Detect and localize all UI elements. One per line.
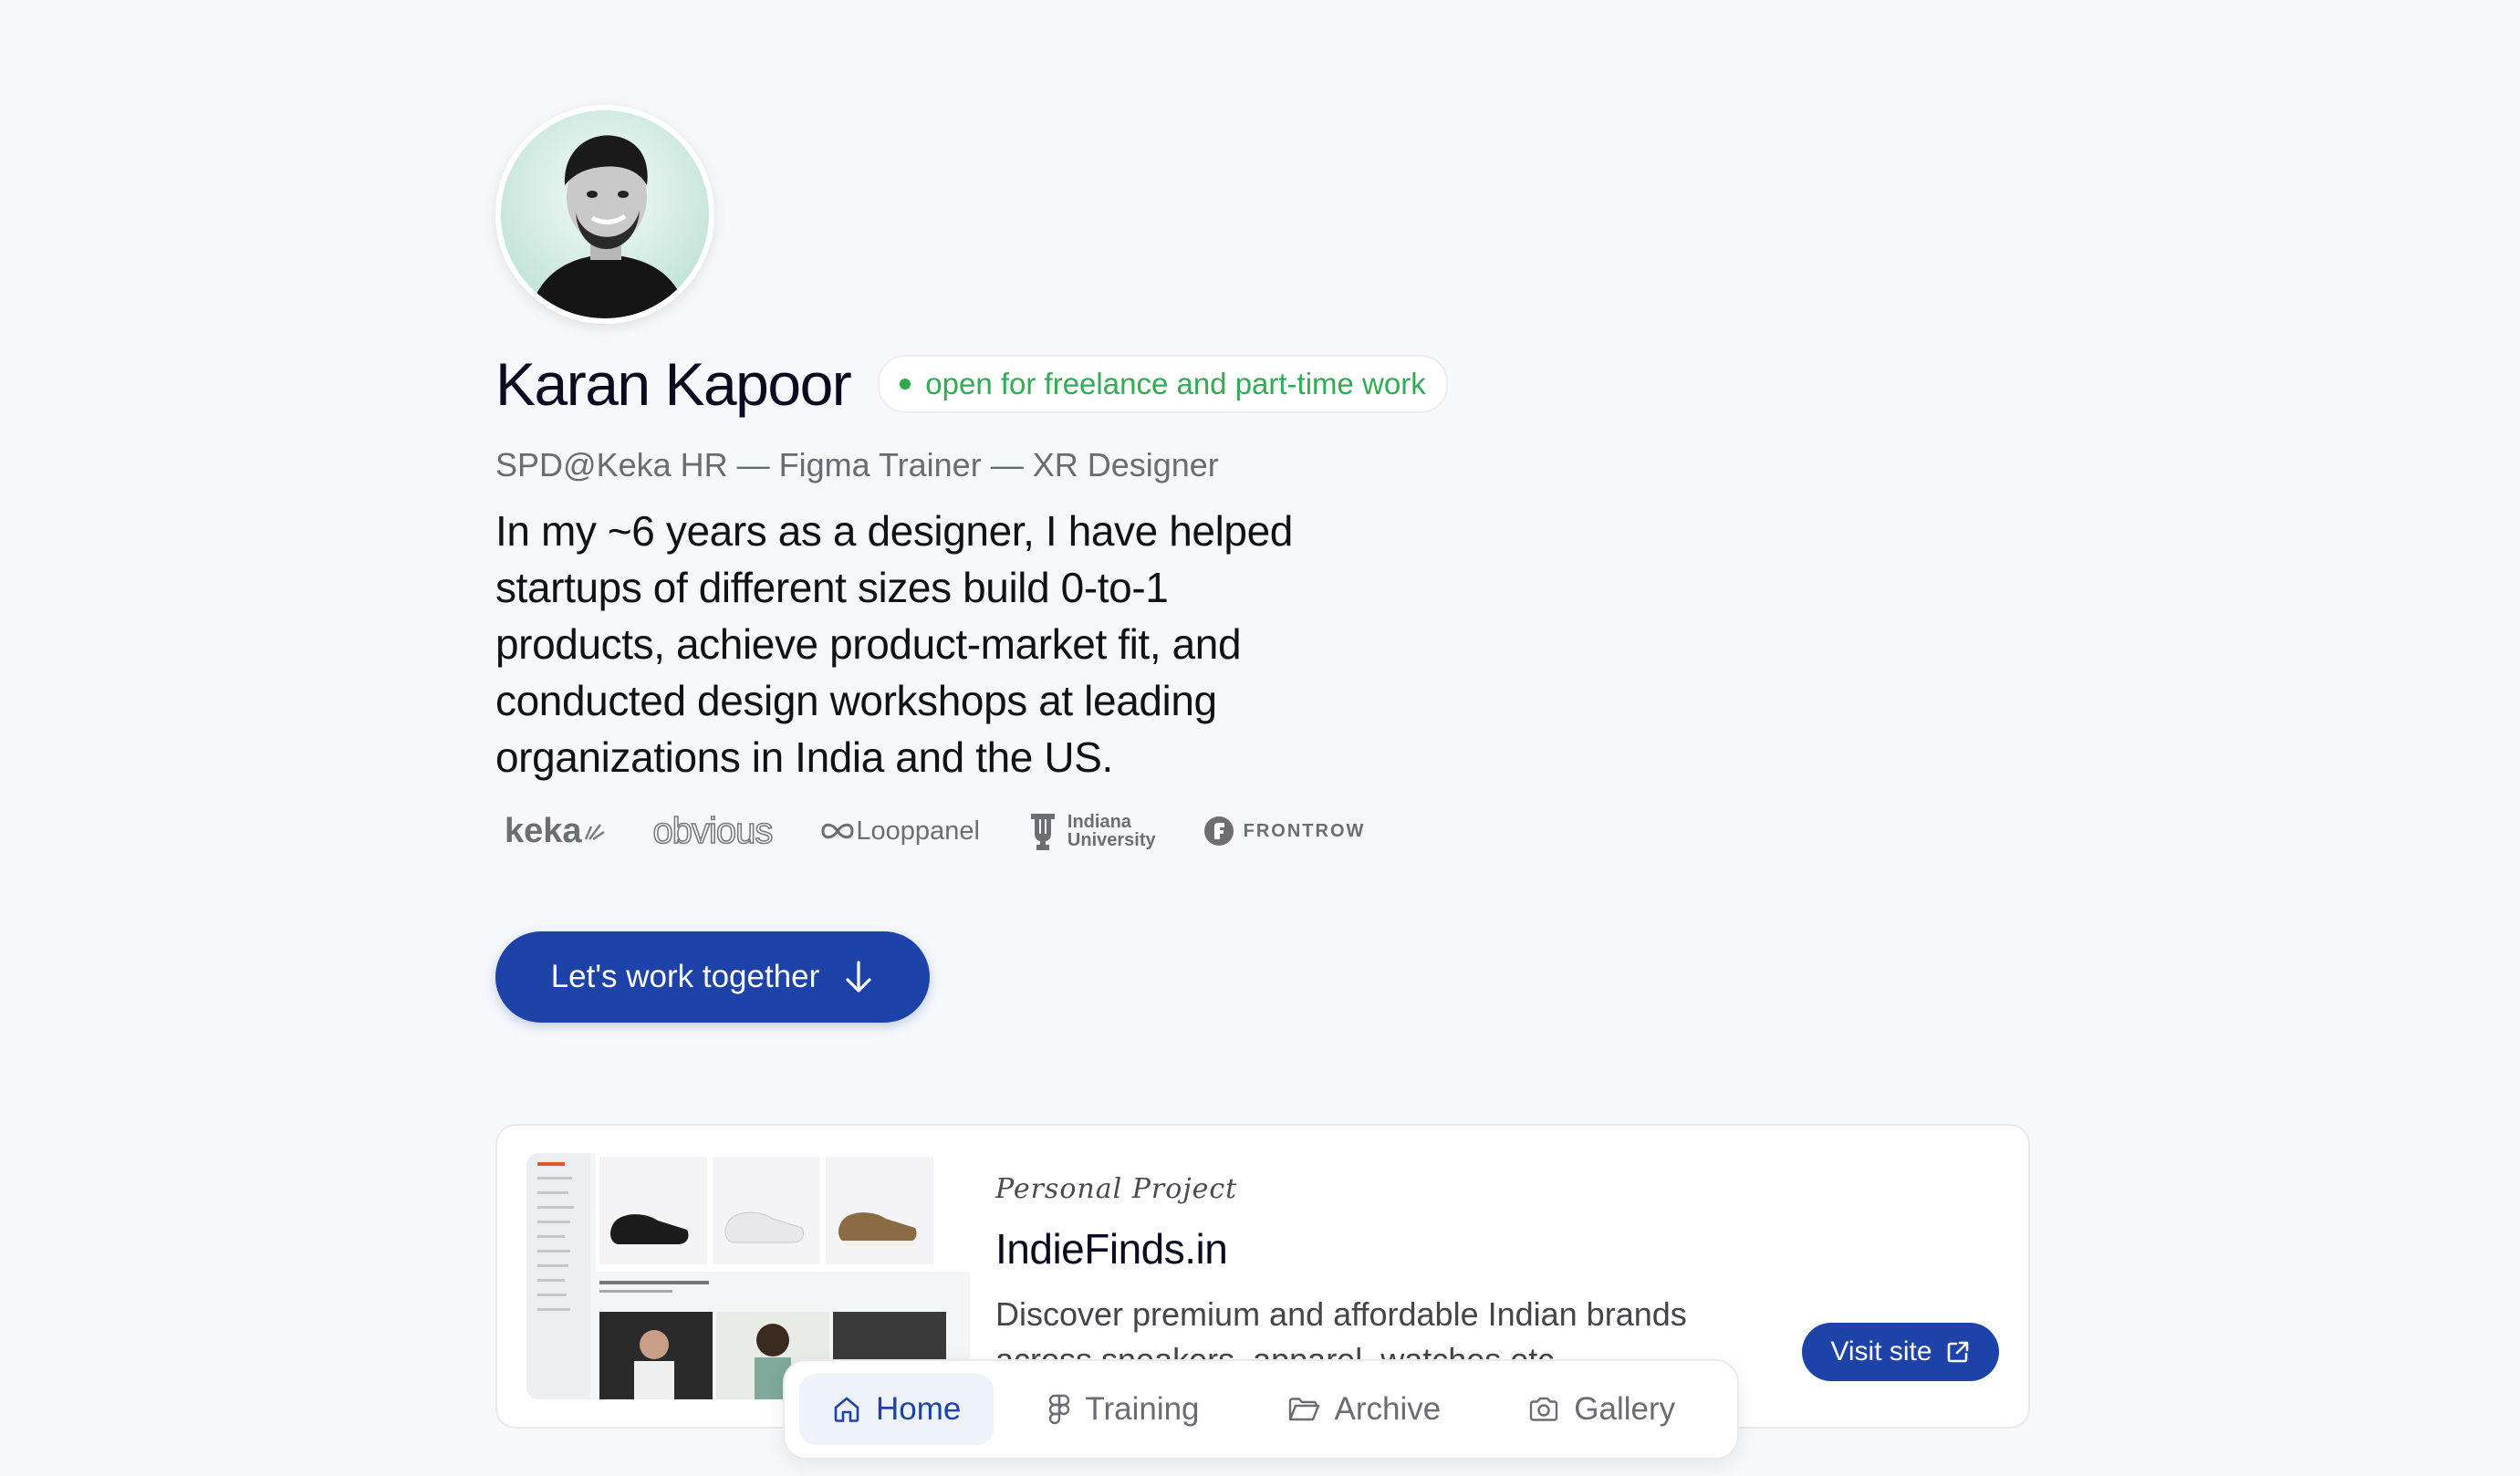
nav-item-home[interactable]: Home bbox=[799, 1374, 994, 1445]
name-row: Karan Kapoor open for freelance and part… bbox=[495, 349, 2028, 419]
indiana-logo: Indiana University bbox=[1027, 810, 1156, 852]
status-badge: open for freelance and part-time work bbox=[878, 355, 1448, 413]
keka-logo: keka bbox=[495, 812, 606, 851]
visit-site-label: Visit site bbox=[1830, 1336, 1932, 1367]
profile-subtitle: SPD@Keka HR — Figma Trainer — XR Designe… bbox=[495, 446, 1219, 483]
frontrow-logo-text: FRONTROW bbox=[1243, 820, 1366, 841]
indiana-line1: Indiana bbox=[1067, 812, 1131, 832]
keka-logo-text: keka bbox=[505, 811, 582, 850]
nav-label-training: Training bbox=[1085, 1391, 1200, 1427]
project-title[interactable]: IndieFinds.in bbox=[995, 1224, 1228, 1273]
indiana-logo-text: Indiana University bbox=[1067, 813, 1156, 849]
profile-photo-icon bbox=[501, 110, 709, 318]
frontrow-badge-icon bbox=[1203, 816, 1234, 846]
profile-bio: In my ~6 years as a designer, I have hel… bbox=[495, 507, 1293, 781]
nav-item-training[interactable]: Training bbox=[1015, 1374, 1232, 1445]
bottom-nav: Home Training Archive Gallery bbox=[783, 1359, 1739, 1460]
profile-name: Karan Kapoor bbox=[495, 350, 852, 418]
status-text: open for freelance and part-time work bbox=[925, 367, 1426, 400]
iu-trident-icon bbox=[1030, 814, 1055, 850]
work-together-label: Let's work together bbox=[550, 959, 820, 994]
indiana-line2: University bbox=[1067, 830, 1156, 850]
looppanel-logo-text: Looppanel bbox=[856, 816, 980, 846]
obvious-logo-text: obvious bbox=[652, 810, 774, 852]
folder-icon bbox=[1288, 1398, 1319, 1421]
client-logos: keka obvious Looppanel Indiana Universit… bbox=[495, 804, 2028, 858]
figma-icon bbox=[1049, 1394, 1070, 1425]
home-icon bbox=[834, 1397, 859, 1422]
project-tag: Personal Project bbox=[995, 1173, 1238, 1205]
frontrow-logo: FRONTROW bbox=[1203, 816, 1366, 847]
obvious-logo: obvious bbox=[652, 810, 774, 852]
looppanel-logo: Looppanel bbox=[819, 816, 980, 847]
nav-item-archive[interactable]: Archive bbox=[1255, 1374, 1474, 1445]
nav-label-home: Home bbox=[876, 1391, 962, 1427]
nav-item-gallery[interactable]: Gallery bbox=[1495, 1374, 1708, 1445]
status-dot-icon bbox=[900, 379, 911, 390]
arrow-down-icon bbox=[846, 961, 871, 993]
camera-icon bbox=[1530, 1397, 1558, 1421]
keka-spark-icon bbox=[584, 824, 605, 841]
visit-site-button[interactable]: Visit site bbox=[1802, 1323, 1999, 1381]
avatar bbox=[495, 105, 714, 324]
infinity-icon bbox=[821, 823, 854, 839]
work-together-button[interactable]: Let's work together bbox=[495, 931, 930, 1023]
profile-section: Karan Kapoor open for freelance and part… bbox=[495, 105, 2028, 1023]
external-link-icon bbox=[1947, 1341, 1968, 1363]
nav-label-gallery: Gallery bbox=[1574, 1391, 1676, 1427]
nav-label-archive: Archive bbox=[1334, 1391, 1442, 1427]
